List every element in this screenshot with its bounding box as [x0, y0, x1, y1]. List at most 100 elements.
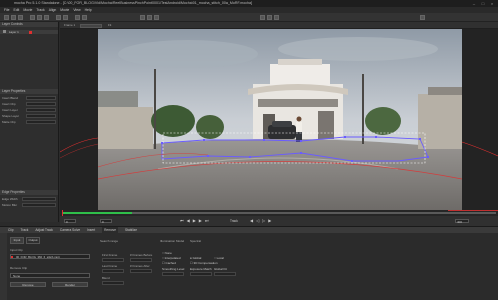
insert-clip-select[interactable] [26, 102, 56, 106]
output-toggle[interactable]: Output [26, 237, 40, 244]
xspline-tool-icon[interactable] [56, 15, 61, 20]
first-frame-icon[interactable]: ⏮ [180, 219, 184, 223]
illum-interpolated-radio[interactable]: ○ Interpolated [162, 256, 181, 260]
zoom-tool-icon[interactable] [44, 15, 49, 20]
playback-controls: ⏮ ◀ ▶ ▶ ⏭ [180, 219, 208, 223]
frame-image [98, 29, 462, 210]
edge-width-slider[interactable] [22, 197, 56, 201]
remove-clip-select[interactable]: None [10, 273, 90, 278]
prev-frame-icon[interactable]: ◀ [187, 219, 190, 223]
play-icon[interactable]: ▶ [193, 219, 196, 223]
matte-clip-select[interactable] [26, 120, 56, 124]
left-panel: Layer Controls Layer 1 Layer Properties … [0, 22, 59, 222]
first-frame-label: First Frame [102, 253, 118, 257]
edge-width-label: Edge Width [2, 197, 18, 201]
cached-check[interactable]: ☐ Cached [162, 261, 176, 265]
smoothing-label: Smoothing Level [162, 267, 185, 271]
timeline-track [132, 212, 496, 214]
window-title: mocha Pro 5.1.0 Standalone - [C:\00_FOR_… [0, 0, 498, 7]
field-label: Insert Clip [2, 102, 16, 106]
minimize-icon[interactable]: – [470, 0, 478, 7]
track-frame-forward-icon[interactable]: ▷ [262, 219, 265, 223]
render-icon[interactable] [420, 15, 425, 20]
field-label: Insert Layer [2, 108, 18, 112]
view-select[interactable] [80, 23, 102, 28]
clip-name: 00_FOR_BLOG_360_6_stitch.mp4 [16, 255, 60, 259]
grid-icon[interactable] [267, 15, 272, 20]
surface-icon[interactable] [260, 15, 265, 20]
save-project-icon[interactable] [18, 15, 23, 20]
insert-blend-select[interactable] [26, 96, 56, 100]
track-frame-backward-icon[interactable]: ◁ [256, 219, 259, 223]
input-toggle[interactable]: Input [10, 237, 24, 244]
last-frame-icon[interactable]: ⏭ [205, 219, 209, 223]
remove-button[interactable]: Remove [10, 282, 46, 287]
blend-label: Blend [102, 276, 110, 280]
smoothing-field[interactable] [162, 272, 184, 276]
field-label: Insert Blend [2, 96, 19, 100]
rect-tool-icon[interactable] [75, 15, 80, 20]
side-strip [0, 233, 7, 300]
frames-after-field[interactable] [130, 269, 152, 273]
next-frame-icon[interactable]: ▶ [199, 219, 202, 223]
frames-before-field[interactable] [130, 258, 152, 262]
current-frame-field[interactable]: 0 [100, 219, 112, 224]
remove-clip-label: Remove Clip [10, 266, 28, 270]
pan-tool-icon[interactable] [37, 15, 42, 20]
illum-global-label: Global [192, 256, 202, 260]
layer-color-swatch[interactable] [29, 30, 32, 34]
track-forward-icon[interactable]: ▶ [268, 219, 271, 223]
search-range-label: Search range [100, 239, 119, 243]
overlay-icon[interactable] [147, 15, 152, 20]
first-frame-field[interactable] [102, 258, 124, 262]
view-mode-icon[interactable] [140, 15, 145, 20]
video-frame[interactable] [98, 29, 462, 210]
frames-after-label: # Frames After [130, 264, 150, 268]
illum-global-radio[interactable]: ● Global [190, 256, 201, 260]
visibility-icon[interactable] [3, 30, 6, 33]
select-tool-icon[interactable] [30, 15, 35, 20]
planar-icon[interactable] [274, 15, 279, 20]
tracked-range-bar [62, 212, 132, 214]
viewer-toolbar: Frame 1 Fit [60, 22, 498, 29]
zoom-label: Fit [108, 23, 112, 27]
spectral-label: Spectral [190, 239, 202, 243]
overlay-curves [60, 137, 498, 159]
motion-blur-slider[interactable] [22, 203, 56, 207]
none-value: None [13, 274, 21, 278]
global-fit-field[interactable] [214, 272, 236, 276]
exposure-field[interactable] [190, 272, 212, 276]
illum-none-radio[interactable]: ○ None [162, 251, 172, 255]
cached-label: Cached [165, 261, 176, 265]
motion-blur-label: Motion Blur [2, 203, 18, 207]
interpolated-label: Interpolated [164, 256, 181, 260]
render-button[interactable]: Render [52, 282, 88, 287]
in-point-field[interactable]: 0 [64, 219, 76, 224]
open-project-icon[interactable] [11, 15, 16, 20]
illum-none-label: None [164, 251, 172, 255]
illum-local-radio[interactable]: ○ Local [214, 256, 224, 260]
input-clip-label: Input Clip [10, 248, 23, 252]
shape-layer-select[interactable] [26, 114, 56, 118]
bezier-tool-icon[interactable] [63, 15, 68, 20]
blend-field[interactable] [102, 281, 124, 285]
input-clip-select[interactable]: 00_FOR_BLOG_360_6_stitch.mp4 [10, 254, 90, 259]
compensation-check[interactable]: ☐ 3D Compensation [190, 261, 218, 265]
ellipse-tool-icon[interactable] [82, 15, 87, 20]
illumination-label: Illumination Model [160, 239, 185, 243]
parameter-panel: Input Output Input Clip 00_FOR_BLOG_360_… [0, 233, 498, 300]
transport-bar: 0 0 ⏮ ◀ ▶ ▶ ⏭ Track ◀ ◁ ▷ ▶ 400 [60, 216, 498, 226]
insert-layer-select[interactable] [26, 108, 56, 112]
layer-row[interactable]: Layer 1 [0, 30, 58, 34]
maximize-icon[interactable]: □ [479, 0, 487, 7]
close-icon[interactable]: × [488, 0, 496, 7]
field-label: Matte Clip [2, 120, 16, 124]
track-backward-icon[interactable]: ◀ [250, 219, 253, 223]
matte-icon[interactable] [154, 15, 159, 20]
new-project-icon[interactable] [4, 15, 9, 20]
last-frame-label: Last Frame [102, 264, 118, 268]
last-frame-field[interactable] [102, 269, 124, 273]
global-fit-label: Global Fit [214, 267, 227, 271]
out-point-field[interactable]: 400 [455, 219, 469, 224]
compensation-label: 3D Compensation [193, 261, 218, 265]
